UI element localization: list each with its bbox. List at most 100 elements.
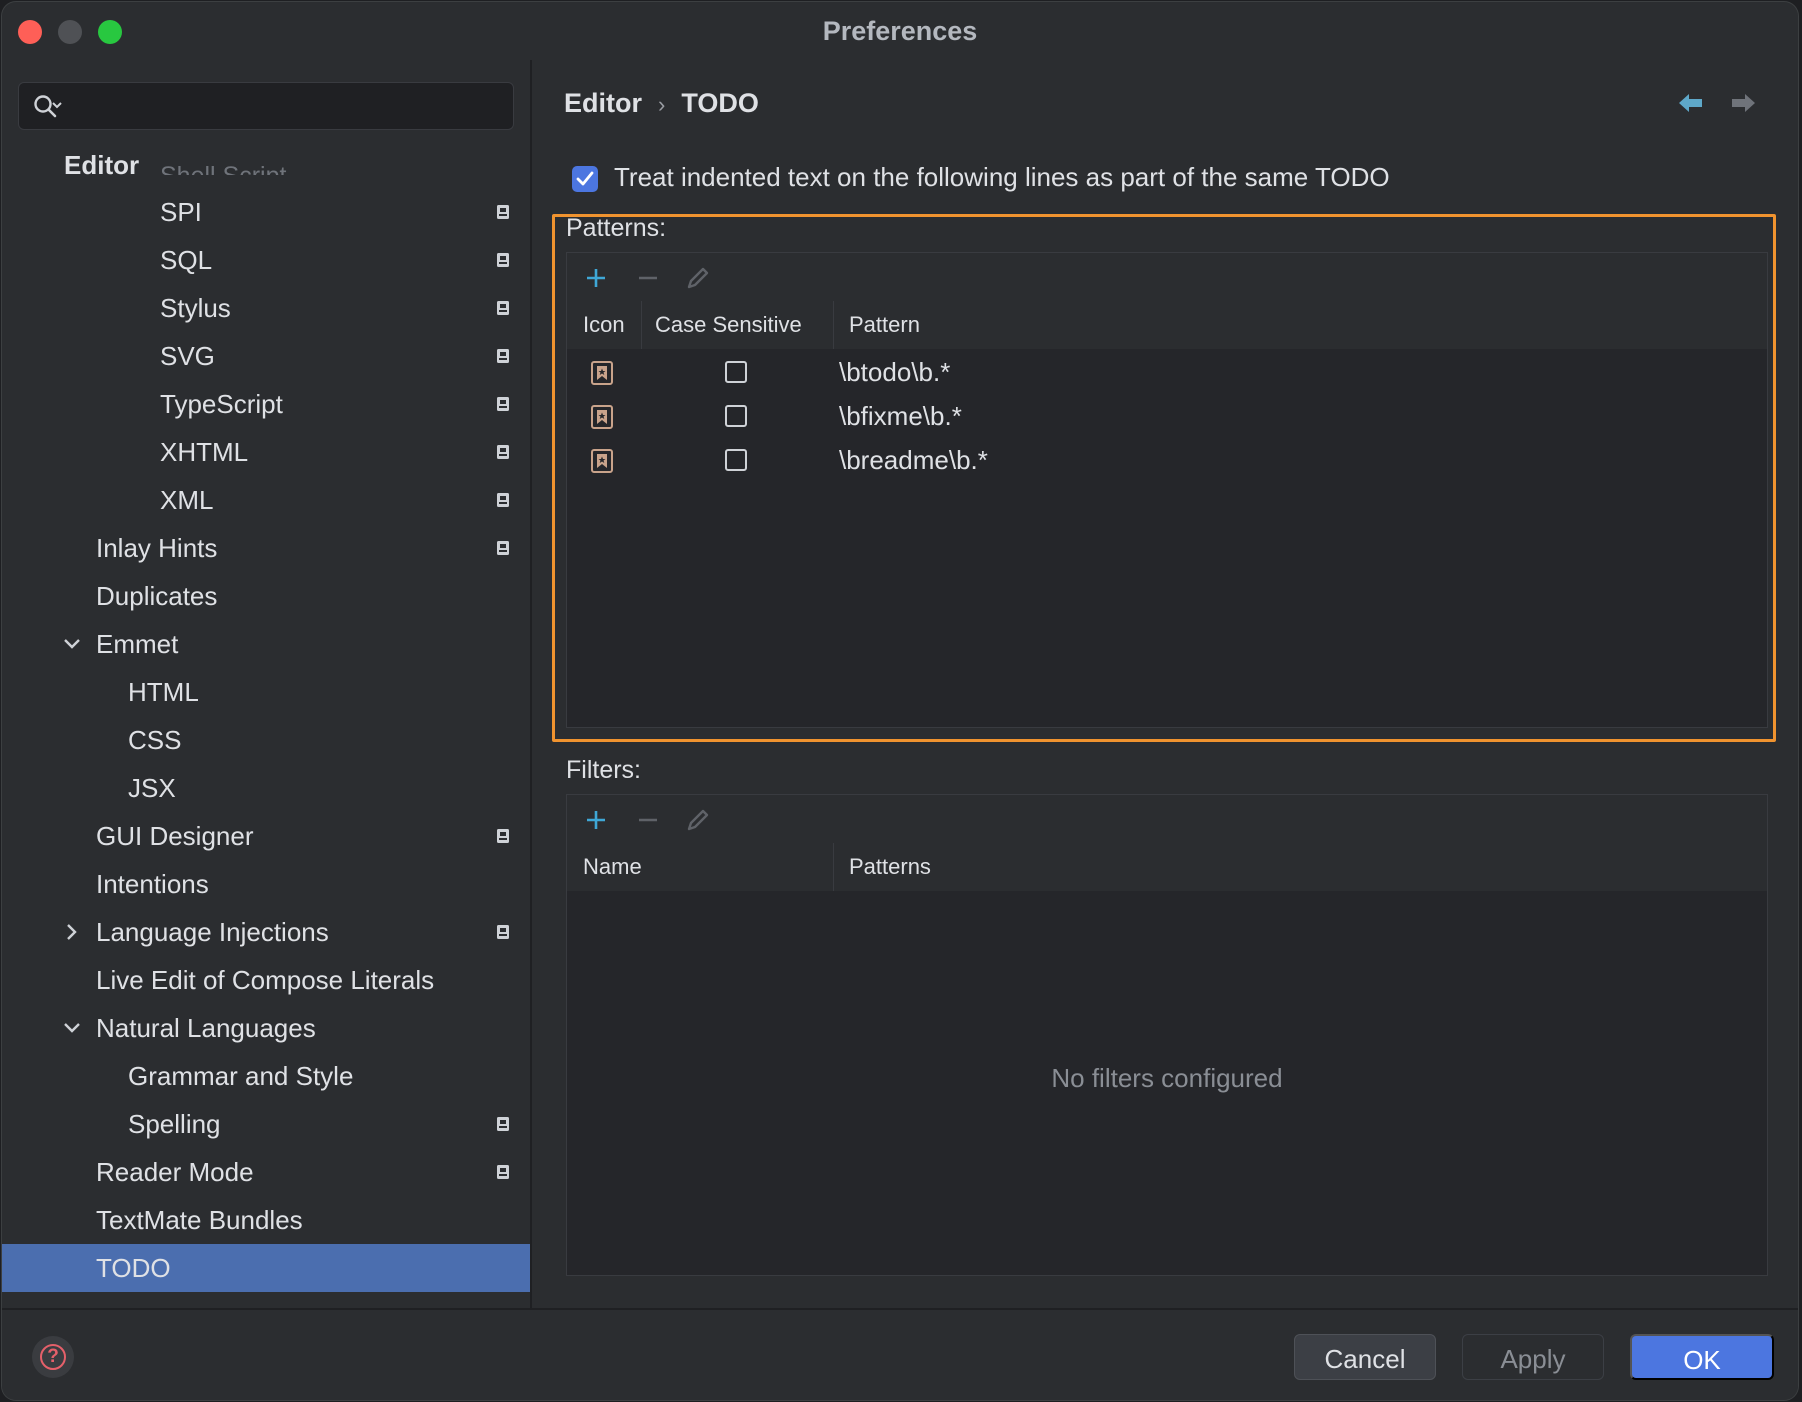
sidebar-item-label: Spelling <box>128 1109 221 1139</box>
sidebar-item-label: CSS <box>128 725 182 755</box>
sidebar-item-label: XHTML <box>160 437 249 467</box>
todo-bookmark-icon[interactable] <box>591 449 613 473</box>
help-button[interactable]: ? <box>32 1336 74 1378</box>
filters-table-header: Name Patterns <box>567 843 1767 892</box>
sidebar-item-html[interactable]: HTML <box>2 668 530 716</box>
add-filter-icon[interactable] <box>581 805 611 835</box>
sidebar-item-label: SQL <box>160 245 213 275</box>
sidebar-item-grammar-and-style[interactable]: Grammar and Style <box>2 1052 530 1100</box>
window-title: Preferences <box>822 16 978 46</box>
sidebar-item-label: Language Injections <box>96 917 329 947</box>
todo-settings-page: Editor › TODO Treat indented text on the f… <box>532 60 1798 1308</box>
chevron-down-icon[interactable] <box>62 634 82 654</box>
case-sensitive-checkbox[interactable] <box>725 361 747 383</box>
sidebar-item-gui-designer[interactable]: GUI Designer <box>2 812 530 860</box>
sidebar-item-live-edit-of-compose-literals[interactable]: Live Edit of Compose Literals <box>2 956 530 1004</box>
filters-toolbar <box>567 795 1767 844</box>
project-scope-icon <box>497 445 509 459</box>
sidebar-item-spelling[interactable]: Spelling <box>2 1100 530 1148</box>
sidebar-item-label: Grammar and Style <box>128 1061 354 1091</box>
column-name[interactable]: Name <box>583 843 642 891</box>
sidebar-item-css[interactable]: CSS <box>2 716 530 764</box>
chevron-right-icon[interactable] <box>62 922 82 942</box>
sidebar-item-label: Inlay Hints <box>96 533 218 563</box>
sidebar-item-xml[interactable]: XML <box>2 476 530 524</box>
sidebar-item-duplicates[interactable]: Duplicates <box>2 572 530 620</box>
column-case-sensitive[interactable]: Case Sensitive <box>655 301 802 349</box>
sidebar-item-stylus[interactable]: Stylus <box>2 284 530 332</box>
sidebar-item-natural-languages[interactable]: Natural Languages <box>2 1004 530 1052</box>
pattern-value: \btodo\b.* <box>839 357 951 387</box>
sidebar-item-sql[interactable]: SQL <box>2 236 530 284</box>
patterns-label: Patterns: <box>566 214 667 242</box>
sidebar-item-xhtml[interactable]: XHTML <box>2 428 530 476</box>
patterns-table-body[interactable]: \btodo\b.* \bfixme\b.* \breadme\b.* <box>567 349 1767 727</box>
project-scope-icon <box>497 301 509 315</box>
sidebar-item-label: SPI <box>160 197 202 227</box>
sidebar-item-label: Intentions <box>96 869 209 899</box>
back-arrow-icon[interactable] <box>1678 92 1704 114</box>
sidebar-item-label: XML <box>160 485 214 515</box>
table-row[interactable]: \bfixme\b.* <box>567 395 1767 439</box>
add-pattern-icon[interactable] <box>581 263 611 293</box>
indented-text-label[interactable]: Treat indented text on the following lin… <box>614 162 1390 193</box>
sidebar-item-label: JSX <box>128 773 176 803</box>
column-icon[interactable]: Icon <box>583 301 625 349</box>
sidebar-item-todo[interactable]: TODO <box>2 1244 530 1292</box>
remove-pattern-icon[interactable] <box>633 263 663 293</box>
sidebar-item-jsx[interactable]: JSX <box>2 764 530 812</box>
sidebar-item-label: TODO <box>96 1253 171 1283</box>
project-scope-icon <box>497 205 509 219</box>
sidebar-item-typescript[interactable]: TypeScript <box>2 380 530 428</box>
todo-bookmark-icon[interactable] <box>591 405 613 429</box>
settings-sidebar: Shell Script Editor SPI SQL Stylus SVG TypeS… <box>2 60 532 1308</box>
column-patterns[interactable]: Patterns <box>849 843 931 891</box>
column-pattern[interactable]: Pattern <box>849 301 920 349</box>
title-bar: Preferences <box>2 2 1798 60</box>
pattern-value: \bfixme\b.* <box>839 401 962 431</box>
todo-bookmark-icon[interactable] <box>591 361 613 385</box>
sidebar-item-label: Live Edit of Compose Literals <box>96 965 435 995</box>
tree-sticky-header[interactable]: Editor <box>64 150 139 181</box>
case-sensitive-checkbox[interactable] <box>725 405 747 427</box>
patterns-table-header: Icon Case Sensitive Pattern <box>567 301 1767 350</box>
sidebar-item-label: Duplicates <box>96 581 218 611</box>
settings-tree[interactable]: Shell Script Editor SPI SQL Stylus SVG TypeS… <box>2 146 530 1308</box>
case-sensitive-checkbox[interactable] <box>725 449 747 471</box>
sidebar-item-intentions[interactable]: Intentions <box>2 860 530 908</box>
edit-filter-icon[interactable] <box>683 805 713 835</box>
patterns-toolbar <box>567 253 1767 302</box>
filters-table-body[interactable]: No filters configured <box>567 891 1767 1275</box>
chevron-down-icon[interactable] <box>62 1018 82 1038</box>
preferences-window: Preferences Shell Script Editor SPI SQL St… <box>2 2 1798 1400</box>
settings-search-box[interactable] <box>18 82 514 130</box>
sidebar-item-label: TextMate Bundles <box>96 1205 303 1235</box>
sidebar-item-label: Emmet <box>96 629 179 659</box>
sidebar-item-reader-mode[interactable]: Reader Mode <box>2 1148 530 1196</box>
edit-pattern-icon[interactable] <box>683 263 713 293</box>
indented-text-checkbox[interactable] <box>572 166 598 192</box>
filters-label: Filters: <box>566 756 641 784</box>
project-scope-icon <box>497 253 509 267</box>
settings-search-input[interactable] <box>71 89 495 123</box>
forward-arrow-icon[interactable] <box>1730 92 1756 114</box>
sidebar-item-emmet[interactable]: Emmet <box>2 620 530 668</box>
sidebar-item-label: SVG <box>160 341 215 371</box>
help-icon: ? <box>40 1344 66 1370</box>
sidebar-item-textmate-bundles[interactable]: TextMate Bundles <box>2 1196 530 1244</box>
apply-button[interactable]: Apply <box>1462 1334 1604 1380</box>
patterns-panel: Icon Case Sensitive Pattern \btodo\b.* \b… <box>566 252 1768 728</box>
table-row[interactable]: \breadme\b.* <box>567 439 1767 483</box>
sidebar-item-svg[interactable]: SVG <box>2 332 530 380</box>
remove-filter-icon[interactable] <box>633 805 663 835</box>
ok-button[interactable]: OK <box>1630 1334 1774 1380</box>
breadcrumb-parent[interactable]: Editor <box>564 88 642 118</box>
search-icon <box>34 95 62 118</box>
checkmark-icon <box>576 171 594 186</box>
sidebar-item-spi[interactable]: SPI <box>2 188 530 236</box>
cancel-button[interactable]: Cancel <box>1294 1334 1436 1380</box>
sidebar-item-label: Reader Mode <box>96 1157 254 1187</box>
table-row[interactable]: \btodo\b.* <box>567 351 1767 395</box>
sidebar-item-inlay-hints[interactable]: Inlay Hints <box>2 524 530 572</box>
sidebar-item-language-injections[interactable]: Language Injections <box>2 908 530 956</box>
